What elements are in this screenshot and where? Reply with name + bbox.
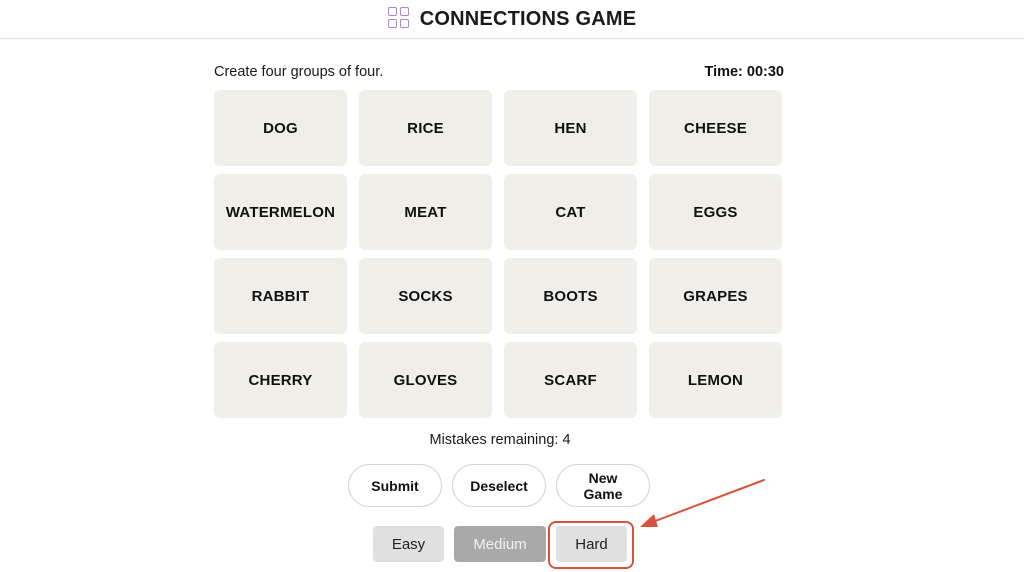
word-tile[interactable]: LEMON (649, 342, 782, 418)
action-buttons: Submit Deselect New Game (348, 464, 650, 507)
difficulty-selector: Easy Medium Hard (373, 526, 627, 562)
submit-button[interactable]: Submit (348, 464, 442, 507)
difficulty-hard-button[interactable]: Hard (556, 526, 627, 562)
page-title: CONNECTIONS GAME (419, 7, 637, 30)
word-tile[interactable]: RABBIT (214, 258, 347, 334)
difficulty-medium-button[interactable]: Medium (454, 526, 546, 562)
deselect-button[interactable]: Deselect (452, 464, 546, 507)
word-tile[interactable]: SOCKS (359, 258, 492, 334)
new-game-button[interactable]: New Game (556, 464, 650, 507)
word-tile[interactable]: WATERMELON (214, 174, 347, 250)
word-tile[interactable]: EGGS (649, 174, 782, 250)
difficulty-easy-button[interactable]: Easy (373, 526, 444, 562)
word-tile[interactable]: GRAPES (649, 258, 782, 334)
app-header: CONNECTIONS GAME (0, 0, 1024, 39)
word-tile[interactable]: CHERRY (214, 342, 347, 418)
word-tile[interactable]: CHEESE (649, 90, 782, 166)
word-tile[interactable]: BOOTS (504, 258, 637, 334)
word-grid: DOG RICE HEN CHEESE WATERMELON MEAT CAT … (214, 90, 782, 418)
word-tile[interactable]: GLOVES (359, 342, 492, 418)
word-tile[interactable]: DOG (214, 90, 347, 166)
timer: Time: 00:30 (704, 64, 784, 80)
word-tile[interactable]: RICE (359, 90, 492, 166)
instructions-text: Create four groups of four. (214, 64, 384, 80)
annotation-arrow-icon (640, 479, 765, 527)
grid-icon (387, 7, 410, 29)
word-tile[interactable]: MEAT (359, 174, 492, 250)
mistakes-remaining: Mistakes remaining: 4 (429, 432, 571, 448)
word-tile[interactable]: SCARF (504, 342, 637, 418)
word-tile[interactable]: CAT (504, 174, 637, 250)
word-tile[interactable]: HEN (504, 90, 637, 166)
